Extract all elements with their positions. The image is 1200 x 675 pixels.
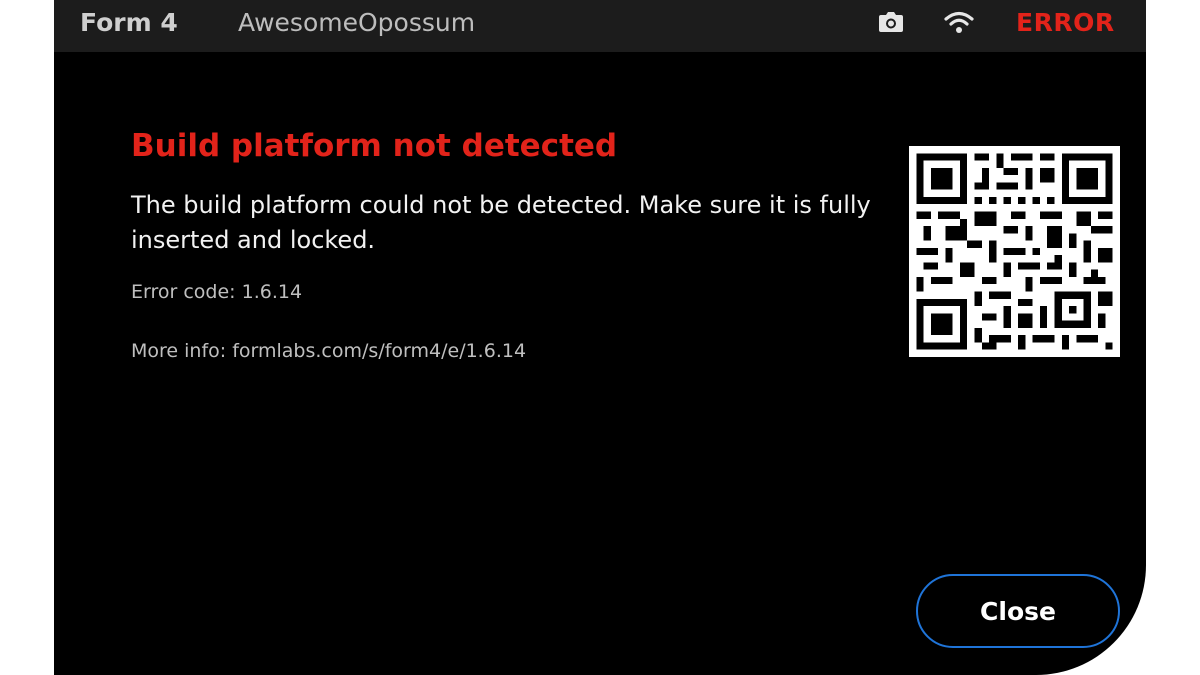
status-indicator: ERROR — [1016, 8, 1115, 37]
printer-screen: Form 4 AwesomeOpossum ERROR Build platfo… — [54, 0, 1146, 675]
status-bar: Form 4 AwesomeOpossum ERROR — [54, 0, 1146, 52]
more-info-link: More info: formlabs.com/s/form4/e/1.6.14 — [131, 340, 527, 362]
printer-model: Form 4 — [80, 8, 178, 37]
camera-icon[interactable] — [878, 11, 904, 33]
close-button[interactable]: Close — [916, 574, 1120, 648]
error-code: Error code: 1.6.14 — [131, 281, 303, 303]
error-description: The build platform could not be detected… — [131, 191, 871, 254]
qr-code — [909, 146, 1120, 357]
error-title: Build platform not detected — [131, 128, 618, 164]
printer-name: AwesomeOpossum — [238, 8, 476, 37]
wifi-icon[interactable] — [944, 10, 974, 34]
